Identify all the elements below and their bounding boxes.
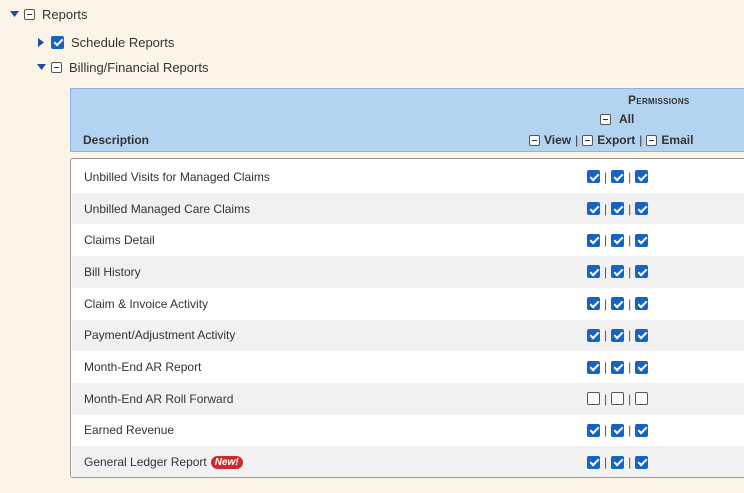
row-description-text: Unbilled Managed Care Claims — [84, 201, 251, 216]
email-checkbox[interactable] — [635, 392, 649, 406]
email-checkbox[interactable] — [635, 423, 649, 437]
row-description-text: Unbilled Visits for Managed Claims — [84, 169, 270, 184]
partial-select-checkbox[interactable] — [51, 61, 62, 73]
export-checkbox[interactable] — [611, 423, 625, 437]
export-checkbox[interactable] — [611, 202, 625, 216]
view-checkbox[interactable] — [587, 170, 600, 184]
row-permission-checkboxes: | | — [587, 170, 649, 184]
row-description-text: Month-End AR Roll Forward — [84, 391, 234, 406]
table-row: General Ledger Report New! | | — [72, 446, 744, 477]
select-all: All — [600, 112, 634, 126]
email-checkbox[interactable] — [635, 360, 649, 374]
email-checkbox[interactable] — [635, 170, 649, 184]
export-checkbox[interactable] — [611, 233, 625, 247]
view-checkbox[interactable] — [587, 423, 600, 437]
email-checkbox[interactable] — [635, 202, 649, 216]
row-description-text: Earned Revenue — [84, 423, 175, 438]
export-all-checkbox[interactable] — [582, 134, 594, 146]
email-checkbox[interactable] — [635, 328, 649, 342]
email-checkbox[interactable] — [635, 455, 649, 469]
select-all-label: All — [619, 112, 635, 126]
row-description: General Ledger Report New! — [84, 455, 243, 469]
table-row: Payment/Adjustment Activity | | — [72, 319, 744, 352]
view-all-checkbox[interactable] — [529, 134, 540, 146]
table-row: Unbilled Managed Care Claims | | — [72, 192, 744, 225]
row-description: Claim & Invoice Activity — [84, 297, 208, 311]
email-checkbox[interactable] — [635, 233, 649, 247]
permissions-table: Unbilled Visits for Managed Claims | | Unbi… — [70, 158, 744, 478]
view-checkbox[interactable] — [587, 265, 600, 279]
export-checkbox[interactable] — [611, 265, 625, 279]
caret-down-icon[interactable] — [35, 61, 47, 73]
row-description: Month-End AR Roll Forward — [84, 392, 233, 406]
view-checkbox[interactable] — [587, 328, 600, 342]
email-column-header: Email — [661, 133, 694, 147]
row-description: Unbilled Visits for Managed Claims — [84, 170, 270, 184]
tree-label-billing-reports: Billing/Financial Reports — [69, 59, 209, 75]
row-permission-checkboxes: | | — [587, 392, 649, 406]
partial-select-checkbox[interactable] — [24, 8, 35, 20]
select-all-checkbox[interactable] — [600, 113, 611, 125]
new-badge: New! — [210, 455, 243, 469]
view-checkbox[interactable] — [587, 297, 600, 311]
row-permission-checkboxes: | | — [587, 297, 649, 311]
table-row: Claims Detail | | — [72, 224, 744, 256]
row-description-text: General Ledger Report — [84, 455, 207, 470]
table-row: Earned Revenue | | — [72, 415, 744, 447]
row-permission-checkboxes: | | — [587, 360, 649, 374]
caret-down-icon[interactable] — [8, 8, 20, 20]
export-checkbox[interactable] — [611, 455, 625, 469]
view-checkbox[interactable] — [587, 360, 600, 374]
row-permission-checkboxes: | | — [587, 233, 649, 247]
row-description-text: Claims Detail — [84, 233, 155, 248]
view-checkbox[interactable] — [587, 202, 600, 216]
view-checkbox[interactable] — [587, 455, 600, 469]
view-column-header: View — [544, 133, 572, 147]
view-checkbox[interactable] — [587, 392, 600, 406]
export-checkbox[interactable] — [611, 360, 625, 374]
row-description-text: Month-End AR Report — [84, 360, 202, 375]
export-checkbox[interactable] — [611, 392, 625, 406]
row-description: Unbilled Managed Care Claims — [84, 202, 250, 216]
row-permission-checkboxes: | | — [587, 328, 649, 342]
row-description: Claims Detail — [84, 233, 155, 247]
row-permission-checkboxes: | | — [587, 202, 649, 216]
export-checkbox[interactable] — [611, 328, 625, 342]
email-checkbox[interactable] — [635, 297, 649, 311]
tree-label-schedule-reports: Schedule Reports — [71, 34, 175, 50]
row-description-text: Bill History — [84, 264, 141, 279]
permissions-title: Permissions — [628, 93, 690, 107]
table-row: Unbilled Visits for Managed Claims | | — [72, 161, 744, 193]
row-description: Month-End AR Report — [84, 360, 201, 374]
table-row: Claim & Invoice Activity | | — [72, 288, 744, 320]
row-permission-checkboxes: | | — [587, 265, 649, 279]
row-description-text: Claim & Invoice Activity — [84, 296, 209, 311]
row-description: Earned Revenue — [84, 423, 174, 437]
row-description-text: Payment/Adjustment Activity — [84, 328, 236, 343]
export-checkbox[interactable] — [611, 297, 625, 311]
email-all-checkbox[interactable] — [646, 134, 658, 146]
email-checkbox[interactable] — [635, 265, 649, 279]
table-row: Month-End AR Roll Forward | | — [72, 382, 744, 415]
export-checkbox[interactable] — [611, 170, 625, 184]
description-column-header: Description — [83, 133, 150, 147]
permission-column-headers: View | Export | Email — [529, 133, 693, 147]
caret-right-icon[interactable] — [35, 36, 47, 48]
tree-node-schedule-reports: Schedule Reports — [35, 32, 174, 52]
permissions-header: Permissions All Description View | Expor… — [70, 88, 744, 152]
table-row: Month-End AR Report | | — [72, 351, 744, 383]
row-description: Bill History — [84, 265, 141, 279]
table-row: Bill History | | — [72, 256, 744, 288]
row-permission-checkboxes: | | — [587, 455, 649, 469]
export-column-header: Export — [597, 133, 636, 147]
tree-label-reports: Reports — [42, 6, 88, 22]
tree-node-billing-reports: Billing/Financial Reports — [35, 57, 208, 77]
row-description: Payment/Adjustment Activity — [84, 328, 235, 342]
view-checkbox[interactable] — [587, 233, 600, 247]
row-permission-checkboxes: | | — [587, 423, 649, 437]
schedule-reports-checkbox[interactable] — [51, 35, 64, 49]
tree-node-reports: Reports — [8, 4, 88, 24]
